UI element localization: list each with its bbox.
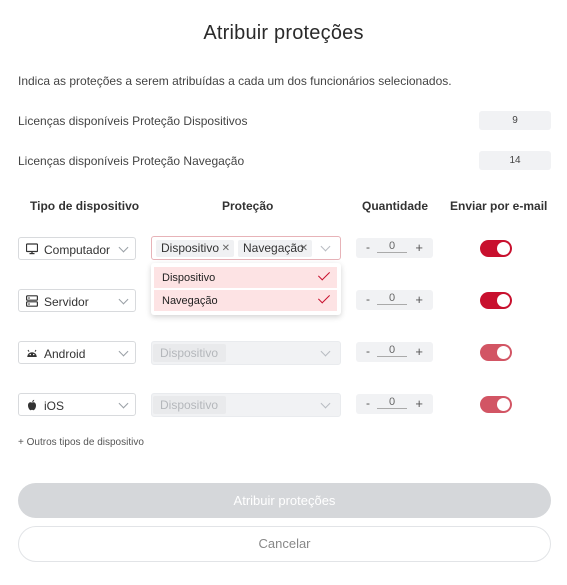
email-toggle-computador[interactable] xyxy=(480,240,512,257)
protection-select-ios: Dispositivo xyxy=(151,393,341,417)
protection-placeholder: Dispositivo xyxy=(153,344,226,362)
email-toggle-ios[interactable] xyxy=(480,396,512,413)
license-row-navigation: Licenças disponíveis Proteção Navegação … xyxy=(18,151,551,171)
email-toggle-android[interactable] xyxy=(480,344,512,361)
apple-icon xyxy=(28,399,36,411)
chevron-down-icon xyxy=(320,398,331,409)
protection-placeholder: Dispositivo xyxy=(153,396,226,414)
decrement-button[interactable]: - xyxy=(366,240,370,254)
chevron-down-icon xyxy=(118,294,129,305)
device-label: Computador xyxy=(44,243,111,257)
toggle-knob xyxy=(497,294,510,307)
quantity-stepper-ios: - 0 + xyxy=(356,394,433,414)
chevron-down-icon xyxy=(320,346,331,357)
quantity-stepper-android: - 0 + xyxy=(356,342,433,362)
device-select-servidor[interactable]: Servidor xyxy=(18,289,136,312)
column-header-email: Enviar por e-mail xyxy=(450,199,548,213)
dropdown-option-dispositivo[interactable]: Dispositivo xyxy=(154,267,337,288)
license-row-devices: Licenças disponíveis Proteção Dispositiv… xyxy=(18,111,551,131)
license-count: 14 xyxy=(479,151,551,170)
dialog-description: Indica as proteções a serem atribuídas a… xyxy=(18,74,452,88)
quantity-value[interactable]: 0 xyxy=(377,240,407,253)
server-icon xyxy=(26,295,38,307)
toggle-knob xyxy=(497,346,510,359)
protection-tag-dispositivo: Dispositivo ✕ xyxy=(156,240,234,257)
increment-button[interactable]: + xyxy=(415,240,423,255)
device-select-android[interactable]: Android xyxy=(18,341,136,364)
column-header-quantity: Quantidade xyxy=(362,199,429,213)
quantity-value[interactable]: 0 xyxy=(377,292,407,305)
option-label: Navegação xyxy=(162,295,218,307)
increment-button[interactable]: + xyxy=(415,292,423,307)
toggle-knob xyxy=(497,398,510,411)
android-icon xyxy=(27,349,37,357)
tag-label: Navegação xyxy=(243,241,304,255)
decrement-button[interactable]: - xyxy=(366,396,370,410)
dropdown-option-navegacao[interactable]: Navegação xyxy=(154,290,337,311)
device-label: Servidor xyxy=(44,295,89,309)
decrement-button[interactable]: - xyxy=(366,344,370,358)
quantity-value[interactable]: 0 xyxy=(377,344,407,357)
device-label: iOS xyxy=(44,399,65,413)
protection-dropdown-menu: Dispositivo Navegação xyxy=(151,263,341,315)
chevron-down-icon xyxy=(320,241,331,252)
quantity-value[interactable]: 0 xyxy=(377,396,407,409)
other-device-types-link[interactable]: + Outros tipos de dispositivo xyxy=(18,437,144,448)
close-icon[interactable]: ✕ xyxy=(222,240,230,257)
check-icon xyxy=(317,291,331,304)
device-select-computador[interactable]: Computador xyxy=(18,237,136,260)
increment-button[interactable]: + xyxy=(415,396,423,411)
dialog-title: Atribuir proteções xyxy=(203,22,364,44)
protection-tag-navegacao: Navegação ✕ xyxy=(238,240,312,257)
column-header-protection: Proteção xyxy=(222,199,274,213)
check-icon xyxy=(317,268,331,281)
chevron-down-icon xyxy=(118,242,129,253)
decrement-button[interactable]: - xyxy=(366,292,370,306)
toggle-knob xyxy=(497,242,510,255)
chevron-down-icon xyxy=(118,346,129,357)
close-icon[interactable]: ✕ xyxy=(300,240,308,257)
license-count: 9 xyxy=(479,111,551,130)
monitor-icon xyxy=(26,243,38,255)
column-header-device-type: Tipo de dispositivo xyxy=(30,199,140,213)
increment-button[interactable]: + xyxy=(415,344,423,359)
device-label: Android xyxy=(44,347,86,361)
option-label: Dispositivo xyxy=(162,272,216,284)
protection-select-computador[interactable]: Dispositivo ✕ Navegação ✕ xyxy=(151,236,341,260)
quantity-stepper-servidor: - 0 + xyxy=(356,290,433,310)
license-label: Licenças disponíveis Proteção Navegação xyxy=(18,154,245,168)
protection-select-android: Dispositivo xyxy=(151,341,341,365)
quantity-stepper-computador: - 0 + xyxy=(356,238,433,258)
license-label: Licenças disponíveis Proteção Dispositiv… xyxy=(18,114,248,128)
assign-protections-button[interactable]: Atribuir proteções xyxy=(18,483,551,518)
tag-label: Dispositivo xyxy=(161,241,220,255)
chevron-down-icon xyxy=(118,398,129,409)
cancel-button[interactable]: Cancelar xyxy=(18,526,551,562)
email-toggle-servidor[interactable] xyxy=(480,292,512,309)
device-select-ios[interactable]: iOS xyxy=(18,393,136,416)
